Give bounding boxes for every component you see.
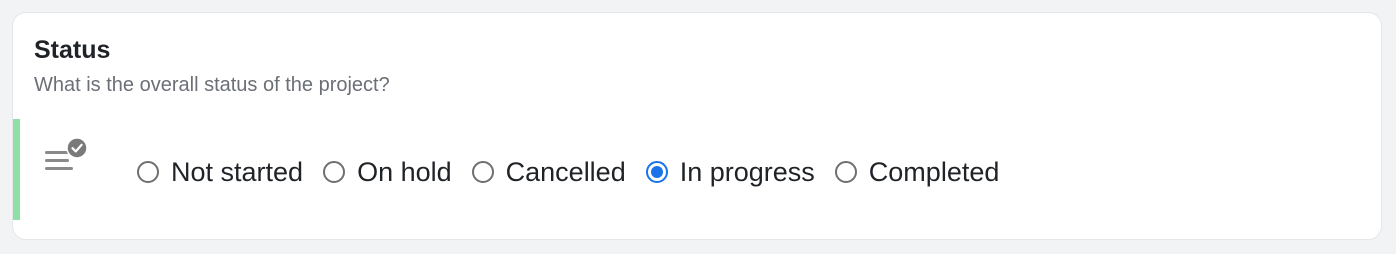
option-on-hold[interactable]: On hold xyxy=(323,156,452,188)
option-label: In progress xyxy=(679,157,815,187)
radio-cancelled[interactable] xyxy=(471,161,494,183)
option-label: Not started xyxy=(171,157,304,187)
radio-in-progress[interactable] xyxy=(645,161,668,183)
radio-not-started[interactable] xyxy=(137,161,159,183)
option-label: Cancelled xyxy=(505,157,626,187)
status-question-card: Status What is the overall status of the… xyxy=(12,12,1382,240)
question-title: Status xyxy=(34,36,111,64)
radio-completed[interactable] xyxy=(834,161,857,183)
option-label: On hold xyxy=(357,157,452,187)
option-cancelled[interactable]: Cancelled xyxy=(471,156,626,188)
option-completed[interactable]: Completed xyxy=(834,156,1000,188)
field-accent-bar xyxy=(13,119,20,220)
option-in-progress[interactable]: In progress xyxy=(645,156,815,188)
list-check-icon xyxy=(43,137,91,179)
option-label: Completed xyxy=(868,157,1000,187)
question-description: What is the overall status of the projec… xyxy=(34,74,390,96)
status-radio-group: Not started On hold Cancelled In progres… xyxy=(137,153,1019,191)
radio-on-hold[interactable] xyxy=(323,161,346,183)
option-not-started[interactable]: Not started xyxy=(137,156,303,188)
